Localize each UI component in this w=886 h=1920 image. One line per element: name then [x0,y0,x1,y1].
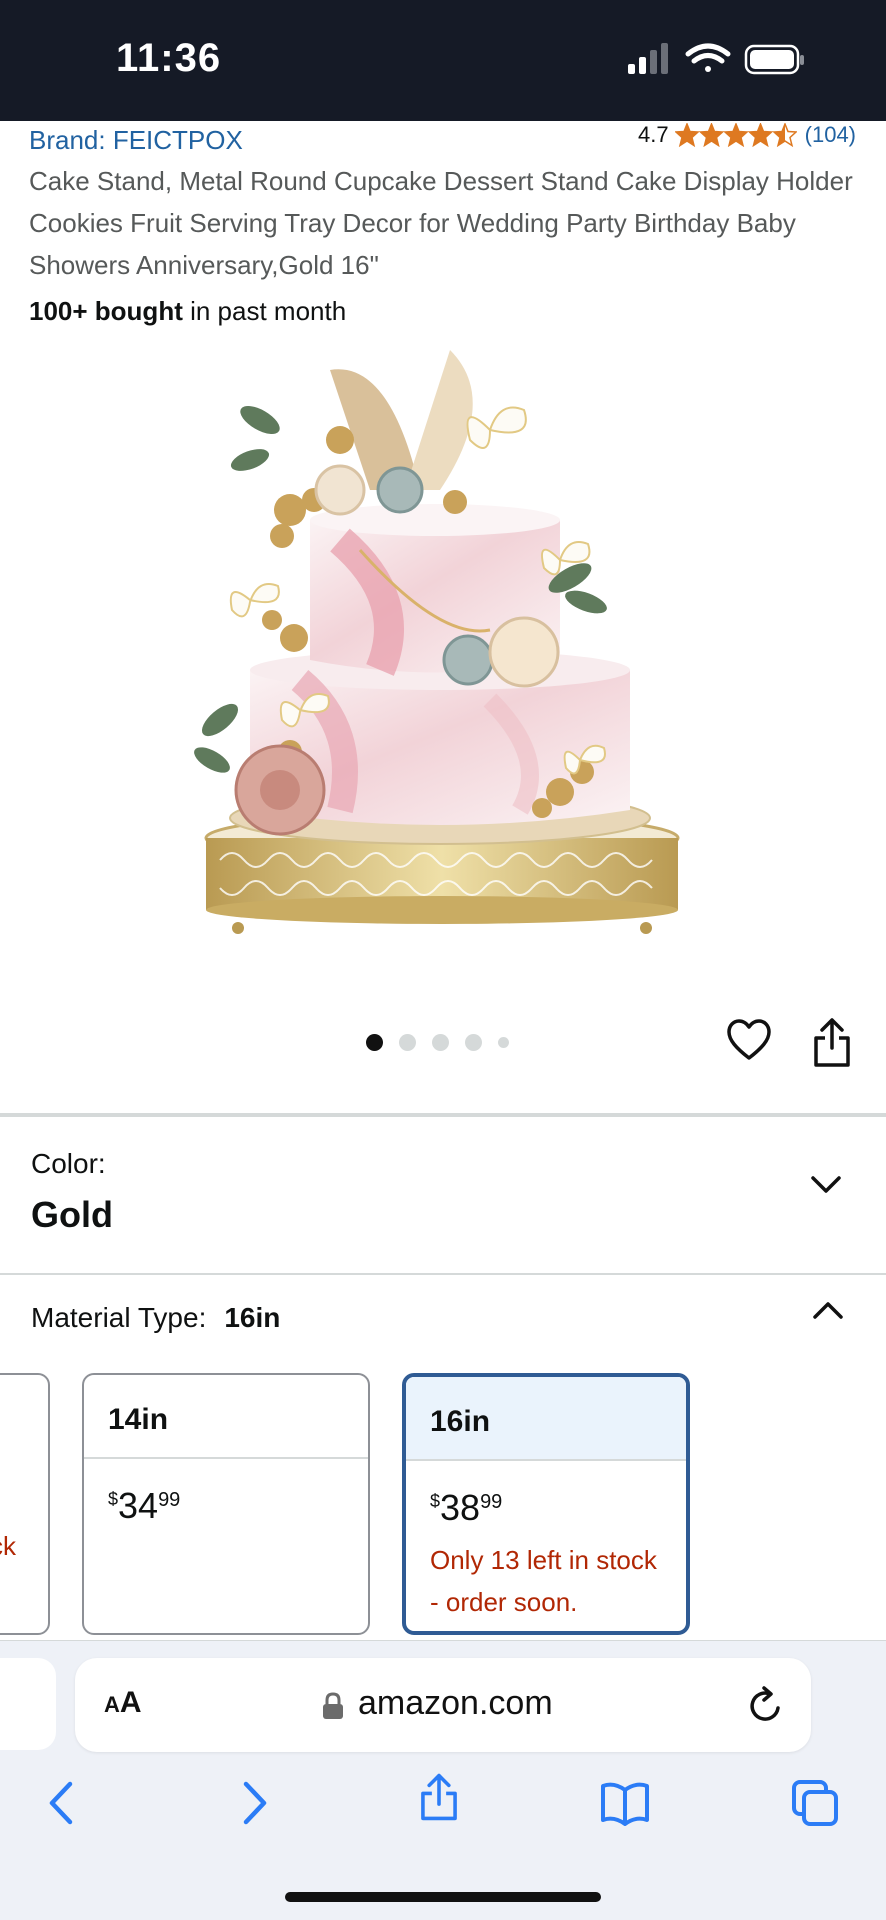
price-symbol: $ [108,1489,119,1509]
previous-tab-preview[interactable] [0,1658,56,1750]
bookmarks-book-icon[interactable] [600,1778,650,1828]
reader-settings-button[interactable]: AA [104,1686,142,1720]
chevron-down-icon[interactable] [810,1172,842,1196]
pager-dot[interactable] [399,1034,416,1051]
color-value: Gold [31,1194,113,1235]
rating-stars-icon [674,123,797,147]
bought-in-past-month: 100+ bought in past month [29,296,346,327]
material-option-card-selected[interactable]: 16in $3899 Only 13 left in stock - order… [402,1373,690,1635]
option-name: 16in [406,1377,686,1461]
brand-link[interactable]: Brand: FEICTPOX [29,125,243,156]
url-text[interactable]: amazon.com [358,1684,553,1723]
wifi-icon [685,43,731,72]
share-icon[interactable] [812,1018,852,1068]
status-icons [628,43,804,75]
price-whole: 38 [440,1487,481,1528]
pager-dot[interactable] [432,1034,449,1051]
star-icon [698,123,724,147]
home-indicator [285,1892,601,1902]
image-pager[interactable] [366,1034,509,1051]
pager-dot[interactable] [498,1037,509,1048]
aa-large: A [119,1686,142,1719]
rating-summary[interactable]: 4.7 (104) [638,122,856,148]
signal-icon [628,43,668,74]
option-price: $3899 [406,1461,686,1529]
favorite-heart-icon[interactable] [726,1018,772,1064]
lock-icon [323,1692,343,1719]
pager-dot[interactable] [465,1034,482,1051]
status-time: 11:36 [116,36,222,80]
star-icon [747,123,773,147]
product-image[interactable] [190,340,710,960]
option-stock: ck [0,1531,16,1561]
color-label: Color: [31,1148,106,1179]
section-divider [0,1273,886,1275]
chevron-up-icon[interactable] [812,1298,844,1322]
aa-small: A [104,1692,120,1717]
option-name: 14in [84,1375,368,1459]
product-title: Cake Stand, Metal Round Cupcake Dessert … [29,166,853,280]
status-bar: 11:36 [0,0,886,121]
option-stock-warning: Only 13 left in stock - order soon. [430,1545,657,1617]
price-cents: 99 [480,1491,503,1513]
section-divider [0,1113,886,1117]
material-label: Material Type: [31,1302,207,1333]
star-icon [722,123,749,147]
reload-icon[interactable] [748,1686,784,1724]
rating-count[interactable]: (104) [805,122,856,148]
forward-arrow-icon[interactable] [228,1778,278,1828]
pager-dot[interactable] [366,1034,383,1051]
star-icon [674,123,700,147]
star-icon [771,123,797,147]
tabs-overview-icon[interactable] [790,1778,840,1828]
share-icon[interactable] [414,1772,464,1822]
rating-value: 4.7 [638,122,669,147]
back-arrow-icon[interactable] [38,1778,88,1828]
bought-period: in past month [182,296,347,326]
bought-count: 100+ bought [29,296,183,326]
price-symbol: $ [430,1491,441,1511]
price-whole: 34 [118,1485,159,1526]
option-price: $3499 [84,1459,368,1527]
material-option-card[interactable]: 14in $3499 [82,1373,370,1635]
battery-icon [744,44,804,75]
material-option-card[interactable]: ck [0,1373,50,1635]
material-type-row: Material Type: 16in [31,1302,280,1334]
price-cents: 99 [158,1489,181,1511]
material-value: 16in [224,1302,281,1333]
